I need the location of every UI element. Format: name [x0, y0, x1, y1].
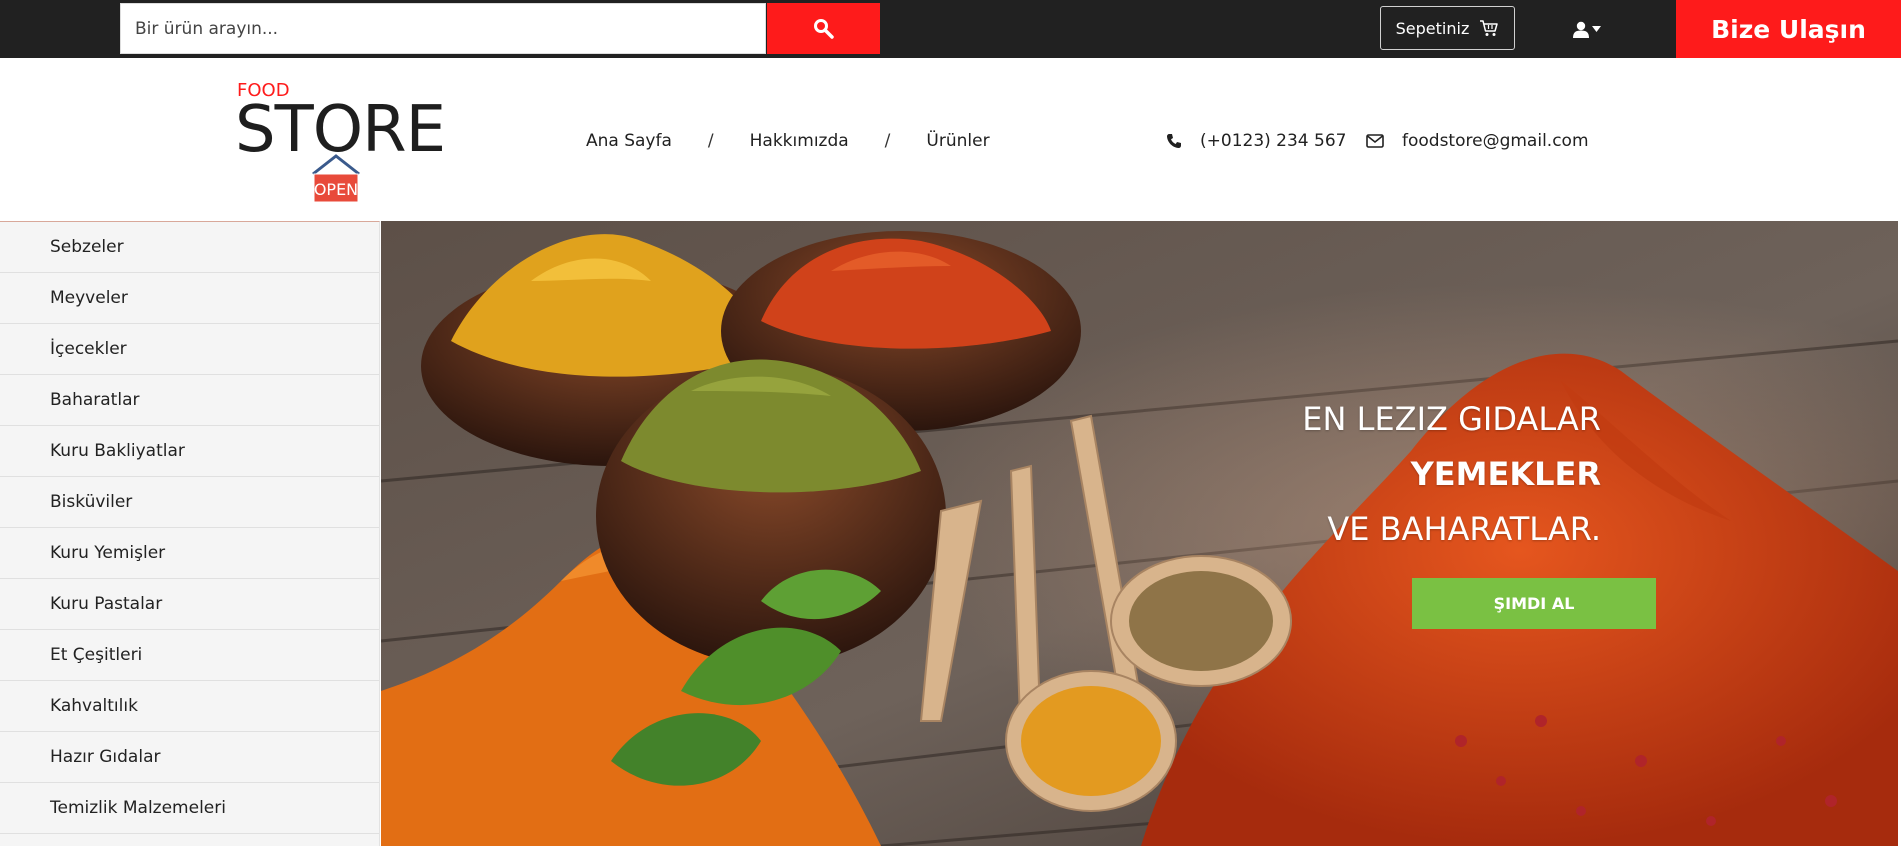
shop-now-label: ŞIMDI AL — [1493, 594, 1575, 613]
cart-button[interactable]: Sepetiniz — [1380, 6, 1515, 50]
nav-item-products[interactable]: Ürünler — [926, 131, 989, 151]
sidebar-item-biscuits[interactable]: Bisküviler — [0, 477, 379, 528]
search-input[interactable] — [120, 3, 766, 54]
open-sign-icon: OPEN — [312, 154, 360, 203]
sidebar-item-ready-foods[interactable]: Hazır Gıdalar — [0, 732, 379, 783]
cart-icon — [1480, 20, 1499, 36]
sidebar-item-label: Kuru Pastalar — [50, 594, 163, 614]
sidebar-item-fruits[interactable]: Meyveler — [0, 273, 379, 324]
open-sign-text: OPEN — [314, 180, 358, 199]
nav-item-home[interactable]: Ana Sayfa — [586, 131, 672, 151]
sidebar-item-label: Baharatlar — [50, 390, 140, 410]
cart-label: Sepetiniz — [1395, 18, 1470, 38]
search-button[interactable] — [767, 3, 880, 54]
sidebar-item-label: Kuru Yemişler — [50, 543, 166, 563]
sidebar-item-drinks[interactable]: İçecekler — [0, 324, 379, 375]
store-logo[interactable]: FOOD STORE OPEN — [235, 80, 452, 205]
sidebar-item-label: Et Çeşitleri — [50, 645, 143, 665]
phone-icon — [1167, 134, 1181, 148]
sidebar-item-cleaning[interactable]: Temizlik Malzemeleri — [0, 783, 379, 834]
sidebar-item-label: Sebzeler — [50, 237, 124, 257]
email-address[interactable]: foodstore@gmail.com — [1402, 131, 1589, 151]
sidebar-item-dry-pastries[interactable]: Kuru Pastalar — [0, 579, 379, 630]
shop-now-button[interactable]: ŞIMDI AL — [1412, 578, 1656, 629]
logo-store-text: STORE — [235, 93, 446, 167]
nav-separator: / — [707, 131, 714, 151]
category-sidebar: Sebzeler Meyveler İçecekler Baharatlar K… — [0, 221, 380, 846]
sidebar-item-label: Kuru Bakliyatlar — [50, 441, 185, 461]
top-bar: Sepetiniz Bize Ulaşın — [0, 0, 1901, 58]
contact-us-label: Bize Ulaşın — [1711, 14, 1866, 44]
user-icon — [1573, 21, 1589, 38]
user-menu[interactable] — [1572, 16, 1604, 42]
sidebar-item-spices[interactable]: Baharatlar — [0, 375, 379, 426]
sidebar-item-label: Temizlik Malzemeleri — [50, 798, 226, 818]
hero-line-3: VE BAHARATLAR. — [1327, 510, 1601, 548]
sidebar-item-nuts[interactable]: Kuru Yemişler — [0, 528, 379, 579]
main-nav: Ana Sayfa / Hakkımızda / Ürünler — [586, 128, 990, 154]
sidebar-item-label: Bisküviler — [50, 492, 133, 512]
nav-item-about[interactable]: Hakkımızda — [750, 131, 849, 151]
nav-separator: / — [884, 131, 891, 151]
contact-us-button[interactable]: Bize Ulaşın — [1676, 0, 1901, 58]
sidebar-item-label: Hazır Gıdalar — [50, 747, 161, 767]
sidebar-item-breakfast[interactable]: Kahvaltılık — [0, 681, 379, 732]
phone-number: (+0123) 234 567 — [1200, 131, 1347, 151]
envelope-icon — [1366, 134, 1384, 148]
search-icon — [813, 18, 834, 39]
sidebar-item-label: İçecekler — [50, 339, 127, 359]
hero-line-2: YEMEKLER — [1410, 455, 1601, 493]
chevron-down-icon — [1592, 26, 1601, 32]
spices-hero-image — [381, 221, 1898, 846]
contact-email: foodstore@gmail.com — [1366, 128, 1589, 154]
hero-line-1: EN LEZIZ GIDALAR — [1302, 400, 1601, 438]
sidebar-item-meats[interactable]: Et Çeşitleri — [0, 630, 379, 681]
hero-headline: EN LEZIZ GIDALAR YEMEKLER VE BAHARATLAR. — [1302, 392, 1601, 557]
sidebar-item-vegetables[interactable]: Sebzeler — [0, 222, 379, 273]
sidebar-item-label: Meyveler — [50, 288, 128, 308]
sidebar-item-label: Kahvaltılık — [50, 696, 138, 716]
contact-phone: (+0123) 234 567 — [1166, 128, 1346, 154]
sidebar-item-legumes[interactable]: Kuru Bakliyatlar — [0, 426, 379, 477]
hero-banner: EN LEZIZ GIDALAR YEMEKLER VE BAHARATLAR.… — [381, 221, 1898, 846]
